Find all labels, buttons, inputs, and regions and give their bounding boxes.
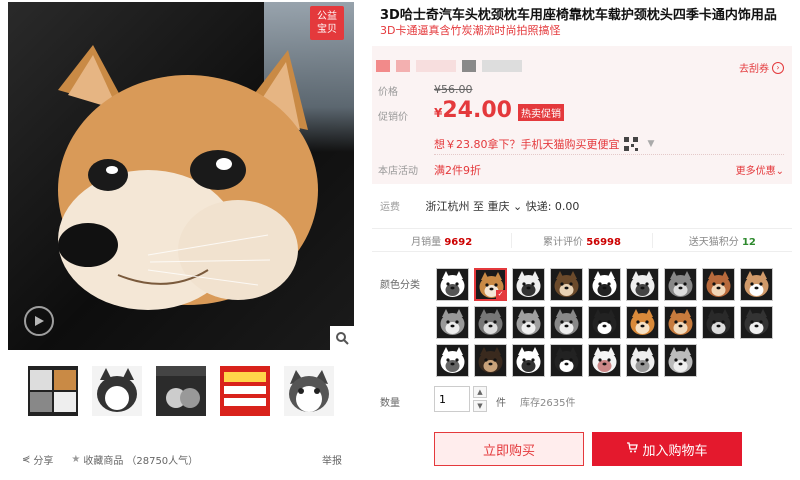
color-swatch[interactable] bbox=[588, 306, 621, 339]
color-swatch[interactable] bbox=[512, 268, 545, 301]
shipping-route[interactable]: 浙江杭州 至 重庆 bbox=[426, 200, 510, 213]
color-swatch[interactable] bbox=[702, 306, 735, 339]
color-swatch[interactable] bbox=[664, 344, 697, 377]
share-link[interactable]: ⋞ 分享 bbox=[22, 452, 53, 467]
star-icon: ★ bbox=[71, 454, 81, 465]
chevron-down-icon: ▼ bbox=[647, 139, 655, 149]
store-activity-label: 本店活动 bbox=[378, 166, 418, 177]
thumbnail-strip bbox=[28, 366, 334, 416]
store-activity: 满2件9折 bbox=[434, 164, 481, 177]
stock-count: 库存2635件 bbox=[520, 398, 576, 409]
color-category-label: 颜色分类 bbox=[380, 280, 420, 291]
quantity-unit: 件 bbox=[496, 398, 506, 409]
color-swatch[interactable] bbox=[550, 306, 583, 339]
color-swatch[interactable] bbox=[436, 268, 469, 301]
color-swatch[interactable] bbox=[436, 306, 469, 339]
buy-now-label: 立即购买 bbox=[482, 443, 535, 459]
shipping-label: 运费 bbox=[380, 202, 400, 213]
buy-now-button[interactable]: 立即购买 bbox=[434, 432, 584, 466]
color-swatch[interactable] bbox=[626, 306, 659, 339]
quantity-decrease-button[interactable]: ▼ bbox=[473, 400, 487, 412]
thumbnail[interactable] bbox=[284, 366, 334, 416]
thumbnail[interactable] bbox=[28, 366, 78, 416]
quantity-input[interactable] bbox=[434, 386, 470, 412]
express-fee: 快递: 0.00 bbox=[525, 200, 580, 213]
cart-icon bbox=[626, 441, 639, 457]
total-reviews[interactable]: 累计评价 56998 bbox=[512, 232, 653, 248]
quantity-increase-button[interactable]: ▲ bbox=[473, 386, 487, 398]
favorite-label: 收藏商品 bbox=[83, 456, 124, 467]
color-swatch[interactable] bbox=[474, 268, 507, 301]
chevron-down-icon: ⌄ bbox=[775, 166, 784, 177]
zoom-button[interactable] bbox=[330, 326, 354, 350]
color-swatch[interactable] bbox=[436, 344, 469, 377]
thumbnail[interactable] bbox=[220, 366, 270, 416]
mobile-app-tip[interactable]: 想￥23.80拿下？手机天猫购买更便宜 ▼ bbox=[434, 136, 654, 152]
more-promotions-label: 更多优惠 bbox=[735, 166, 776, 177]
share-bar: ⋞ 分享 ★ 收藏商品 （28750人气） 举报 bbox=[22, 452, 342, 467]
magnifier-icon bbox=[336, 332, 349, 345]
play-icon bbox=[35, 316, 44, 326]
tmall-points: 送天猫积分 12 bbox=[688, 236, 756, 248]
quantity-label: 数量 bbox=[380, 398, 400, 409]
coupon-label: 去刮券 bbox=[739, 64, 769, 75]
popularity-count: （28750人气） bbox=[126, 456, 199, 467]
video-play-button[interactable] bbox=[24, 306, 54, 336]
color-swatch[interactable] bbox=[702, 268, 735, 301]
color-swatch[interactable] bbox=[626, 344, 659, 377]
shipping-row: 运费 浙江杭州 至 重庆 ⌄ 快递: 0.00 bbox=[380, 198, 579, 214]
color-swatch[interactable] bbox=[626, 268, 659, 301]
thumbnail[interactable] bbox=[156, 366, 206, 416]
app-tip-text: 想￥23.80拿下？手机天猫购买更便宜 bbox=[434, 138, 620, 151]
divider bbox=[434, 154, 784, 155]
color-swatch[interactable] bbox=[664, 306, 697, 339]
monthly-sales: 月销量 9692 bbox=[372, 232, 513, 248]
promo-price-label: 促销价 bbox=[378, 112, 408, 123]
color-swatch[interactable] bbox=[512, 344, 545, 377]
chevron-right-icon: › bbox=[772, 61, 784, 74]
main-product-image[interactable]: 公益 宝贝 bbox=[8, 2, 354, 350]
color-swatch[interactable] bbox=[512, 306, 545, 339]
share-icon: ⋞ bbox=[22, 454, 31, 465]
charity-badge: 公益 宝贝 bbox=[310, 6, 344, 40]
favorite-link[interactable]: ★ 收藏商品 （28750人气） bbox=[71, 452, 198, 467]
color-swatch[interactable] bbox=[588, 268, 621, 301]
product-title: 3D哈士奇汽车头枕颈枕车用座椅靠枕车载护颈枕头四季卡通内饰用品 bbox=[380, 8, 777, 23]
shiba-dog-pillow-image bbox=[58, 45, 318, 310]
more-promotions-link[interactable]: 更多优惠⌄ bbox=[736, 162, 784, 177]
thumbnail[interactable] bbox=[92, 366, 142, 416]
report-link[interactable]: 举报 bbox=[322, 452, 342, 467]
add-to-cart-label: 加入购物车 bbox=[642, 443, 708, 459]
price-box: 去刮券 › 价格 ¥56.00 促销价 ¥24.00 热卖促销 想￥23.80拿… bbox=[372, 46, 792, 184]
hot-sale-tag: 热卖促销 bbox=[518, 104, 564, 121]
add-to-cart-button[interactable]: 加入购物车 bbox=[592, 432, 742, 466]
price-label: 价格 bbox=[378, 87, 398, 98]
qr-code-icon bbox=[623, 137, 638, 151]
original-price: ¥56.00 bbox=[434, 83, 473, 96]
promo-price-value: 24.00 bbox=[442, 98, 512, 123]
color-swatch[interactable] bbox=[740, 268, 773, 301]
color-swatch[interactable] bbox=[664, 268, 697, 301]
coupon-link[interactable]: 去刮券 › bbox=[739, 60, 784, 75]
chevron-down-icon[interactable]: ⌄ bbox=[513, 200, 522, 213]
color-swatch[interactable] bbox=[474, 344, 507, 377]
color-swatch[interactable] bbox=[740, 306, 773, 339]
blurred-shop-banner bbox=[376, 60, 522, 72]
share-label: 分享 bbox=[33, 456, 54, 467]
color-swatch[interactable] bbox=[550, 268, 583, 301]
product-subtitle: 3D卡通逼真含竹炭潮流时尚拍照搞怪 bbox=[380, 24, 561, 37]
promo-price: ¥24.00 bbox=[434, 98, 512, 123]
color-swatch[interactable] bbox=[588, 344, 621, 377]
color-swatch[interactable] bbox=[474, 306, 507, 339]
sales-stats: 月销量 9692 累计评价 56998 送天猫积分 12 bbox=[372, 228, 792, 252]
report-label: 举报 bbox=[322, 456, 342, 467]
color-swatch[interactable] bbox=[550, 344, 583, 377]
color-swatch-grid bbox=[436, 268, 776, 377]
